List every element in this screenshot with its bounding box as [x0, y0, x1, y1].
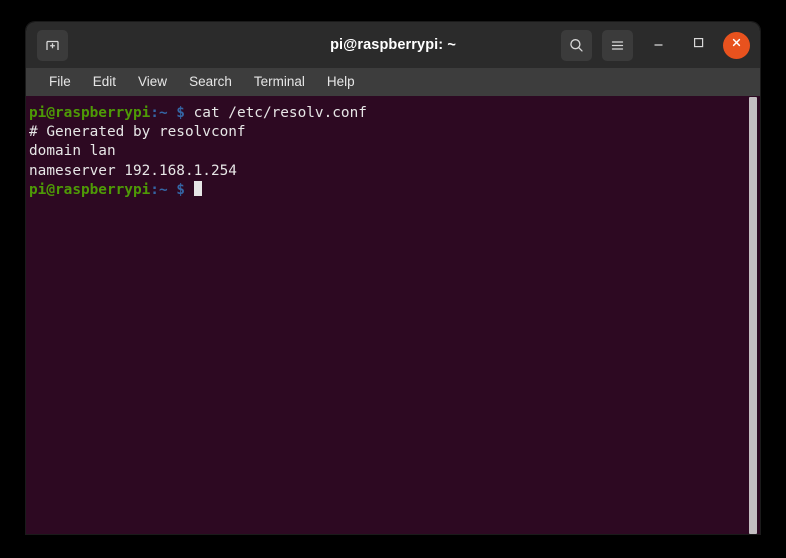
new-tab-button[interactable]: [37, 29, 68, 61]
scrollbar-thumb[interactable]: [749, 97, 757, 534]
terminal-line: pi@raspberrypi:~ $ cat /etc/resolv.conf: [29, 104, 746, 123]
menu-item-search[interactable]: Search: [178, 68, 243, 96]
prompt-sigil: $: [176, 105, 185, 121]
menu-item-file[interactable]: File: [38, 68, 82, 96]
terminal-line: domain lan: [29, 142, 746, 161]
prompt-path: :~: [150, 181, 168, 198]
titlebar-controls: [561, 29, 752, 61]
hamburger-menu-button[interactable]: [602, 29, 633, 61]
terminal-output[interactable]: pi@raspberrypi:~ $ cat /etc/resolv.conf #…: [26, 96, 746, 534]
maximize-button[interactable]: [683, 30, 713, 60]
menu-item-help[interactable]: Help: [316, 68, 366, 96]
terminal-command: cat /etc/resolv.conf: [184, 105, 367, 121]
minimize-icon: [651, 35, 666, 55]
hamburger-icon: [609, 37, 626, 54]
terminal-window: pi@raspberrypi: ~ File Edit View Search …: [26, 22, 760, 534]
terminal-output-text: nameserver 192.168.1.254: [29, 162, 237, 179]
search-button[interactable]: [561, 29, 592, 61]
window-title-text: pi@raspberrypi: ~: [330, 37, 456, 53]
terminal-scrollbar[interactable]: [746, 96, 760, 534]
desktop-background: pi@raspberrypi: ~ File Edit View Search …: [0, 0, 786, 558]
prompt-path: :~: [150, 105, 168, 121]
prompt-sigil: $: [176, 181, 185, 198]
terminal-line: pi@raspberrypi:~ $: [29, 180, 746, 200]
terminal-line: # Generated by resolvconf: [29, 123, 746, 142]
prompt-user-host: pi@raspberrypi: [29, 105, 151, 121]
terminal-cursor: [193, 180, 203, 196]
menu-item-terminal[interactable]: Terminal: [243, 68, 316, 96]
terminal-command: [185, 182, 194, 198]
menu-item-edit[interactable]: Edit: [82, 68, 127, 96]
terminal-output-text: domain lan: [29, 143, 116, 160]
terminal-output-text: # Generated by resolvconf: [29, 124, 246, 141]
maximize-icon: [691, 35, 706, 55]
close-button[interactable]: [723, 31, 750, 59]
minimize-button[interactable]: [643, 30, 673, 60]
close-icon: [730, 36, 743, 54]
menu-bar: File Edit View Search Terminal Help: [26, 68, 760, 96]
menu-item-view[interactable]: View: [127, 68, 178, 96]
new-tab-icon: [44, 37, 61, 54]
terminal-area: pi@raspberrypi:~ $ cat /etc/resolv.conf #…: [26, 96, 760, 534]
search-icon: [568, 37, 585, 54]
title-bar[interactable]: pi@raspberrypi: ~: [26, 22, 760, 68]
terminal-line: nameserver 192.168.1.254: [29, 162, 746, 181]
prompt-user-host: pi@raspberrypi: [29, 181, 151, 198]
